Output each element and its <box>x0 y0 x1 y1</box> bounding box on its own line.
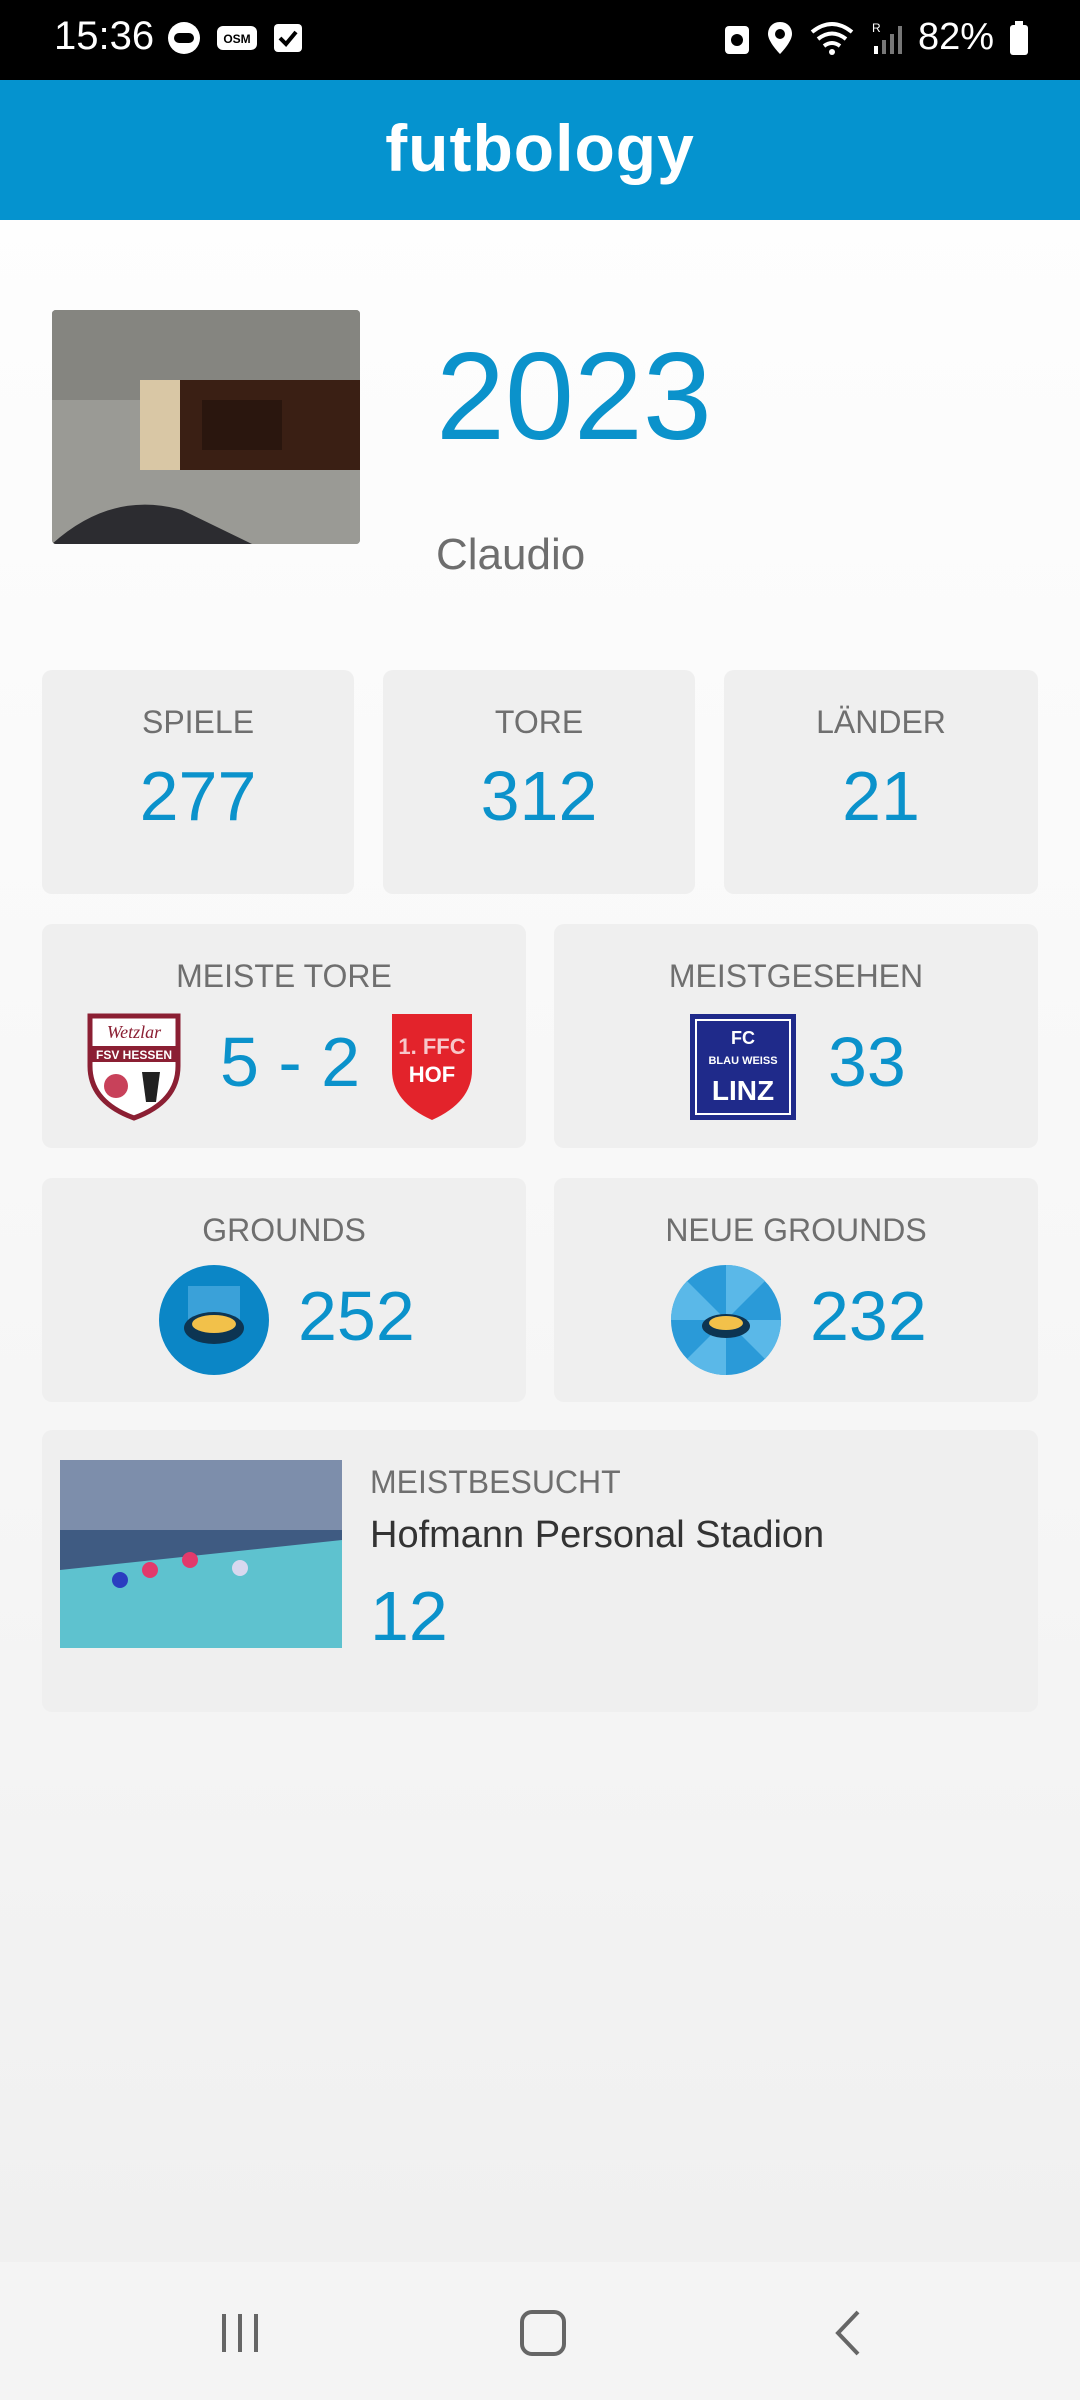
meistbesucht-value: 12 <box>370 1577 448 1655</box>
stadium-photo <box>60 1460 342 1648</box>
new-stadium-icon <box>670 1264 782 1376</box>
blau-weiss-linz-badge-icon: FC BLAU WEISS LINZ <box>690 1014 796 1120</box>
stadium-icon <box>159 1265 269 1375</box>
meistbesucht-stadium: Hofmann Personal Stadion <box>370 1514 825 1556</box>
recent-apps-icon[interactable] <box>216 2310 266 2354</box>
svg-text:LINZ: LINZ <box>712 1075 774 1106</box>
status-bar: 15:36 OSM R 82% <box>0 0 1080 80</box>
battery-icon <box>1010 20 1028 55</box>
grounds-label: GROUNDS <box>202 1212 366 1248</box>
wifi-icon <box>810 21 854 55</box>
svg-text:HOF: HOF <box>409 1062 455 1087</box>
spiele-label: SPIELE <box>141 704 255 740</box>
svg-text:R: R <box>872 21 881 35</box>
svg-text:Wetzlar: Wetzlar <box>107 1022 162 1042</box>
svg-text:FC: FC <box>731 1028 755 1048</box>
svg-text:FSV HESSEN: FSV HESSEN <box>96 1048 172 1062</box>
signal-icon: R <box>872 21 902 54</box>
meiste-tore-label: MEISTE TORE <box>176 958 392 994</box>
fsv-hessen-badge-icon: Wetzlar FSV HESSEN <box>87 1013 181 1121</box>
meistbesucht-label: MEISTBESUCHT <box>370 1464 621 1500</box>
tore-value: 312 <box>480 757 598 835</box>
home-icon[interactable] <box>518 2308 568 2358</box>
spiele-card[interactable]: SPIELE 277 <box>42 670 354 894</box>
laender-label: LÄNDER <box>816 704 946 740</box>
tore-card[interactable]: TORE 312 <box>383 670 695 894</box>
neue-grounds-label: NEUE GROUNDS <box>665 1212 927 1248</box>
status-time: 15:36 <box>54 14 155 58</box>
laender-card[interactable]: LÄNDER 21 <box>724 670 1038 894</box>
neue-grounds-card[interactable]: NEUE GROUNDS 232 <box>554 1178 1038 1402</box>
meistgesehen-label: MEISTGESEHEN <box>668 958 924 994</box>
location-icon <box>767 21 792 54</box>
year-title: 2023 <box>436 328 712 466</box>
osm-icon: OSM <box>217 26 257 50</box>
check-icon <box>274 24 302 52</box>
svg-text:BLAU WEISS: BLAU WEISS <box>708 1055 777 1067</box>
back-icon[interactable] <box>828 2308 868 2358</box>
app-bar: futbology <box>0 80 1080 220</box>
laender-value: 21 <box>842 757 920 835</box>
app-logo-title: futbology <box>385 111 695 185</box>
svg-text:1. FFC: 1. FFC <box>398 1034 465 1059</box>
recycle-icon <box>724 25 749 54</box>
meiste-tore-card[interactable]: MEISTE TORE Wetzlar FSV HESSEN 5 - 2 1. … <box>42 924 526 1148</box>
spiele-value: 277 <box>139 757 257 835</box>
samsung-health-icon <box>168 22 200 54</box>
username: Claudio <box>436 530 586 579</box>
battery-percent: 82% <box>917 16 994 58</box>
beer-glass-photo-icon <box>52 310 360 544</box>
profile-photo[interactable] <box>52 310 360 544</box>
svg-text:OSM: OSM <box>223 32 250 46</box>
meistgesehen-card[interactable]: MEISTGESEHEN FC BLAU WEISS LINZ 33 <box>554 924 1038 1148</box>
grounds-card[interactable]: GROUNDS 252 <box>42 1178 526 1402</box>
meiste-tore-score: 5 - 2 <box>220 1023 361 1101</box>
meistgesehen-value: 33 <box>828 1023 906 1101</box>
ffc-hof-badge-icon: 1. FFC HOF <box>392 1014 472 1120</box>
system-nav-bar <box>0 2262 1080 2400</box>
tore-label: TORE <box>494 704 584 740</box>
neue-grounds-value: 232 <box>810 1277 927 1355</box>
grounds-value: 252 <box>298 1277 415 1355</box>
